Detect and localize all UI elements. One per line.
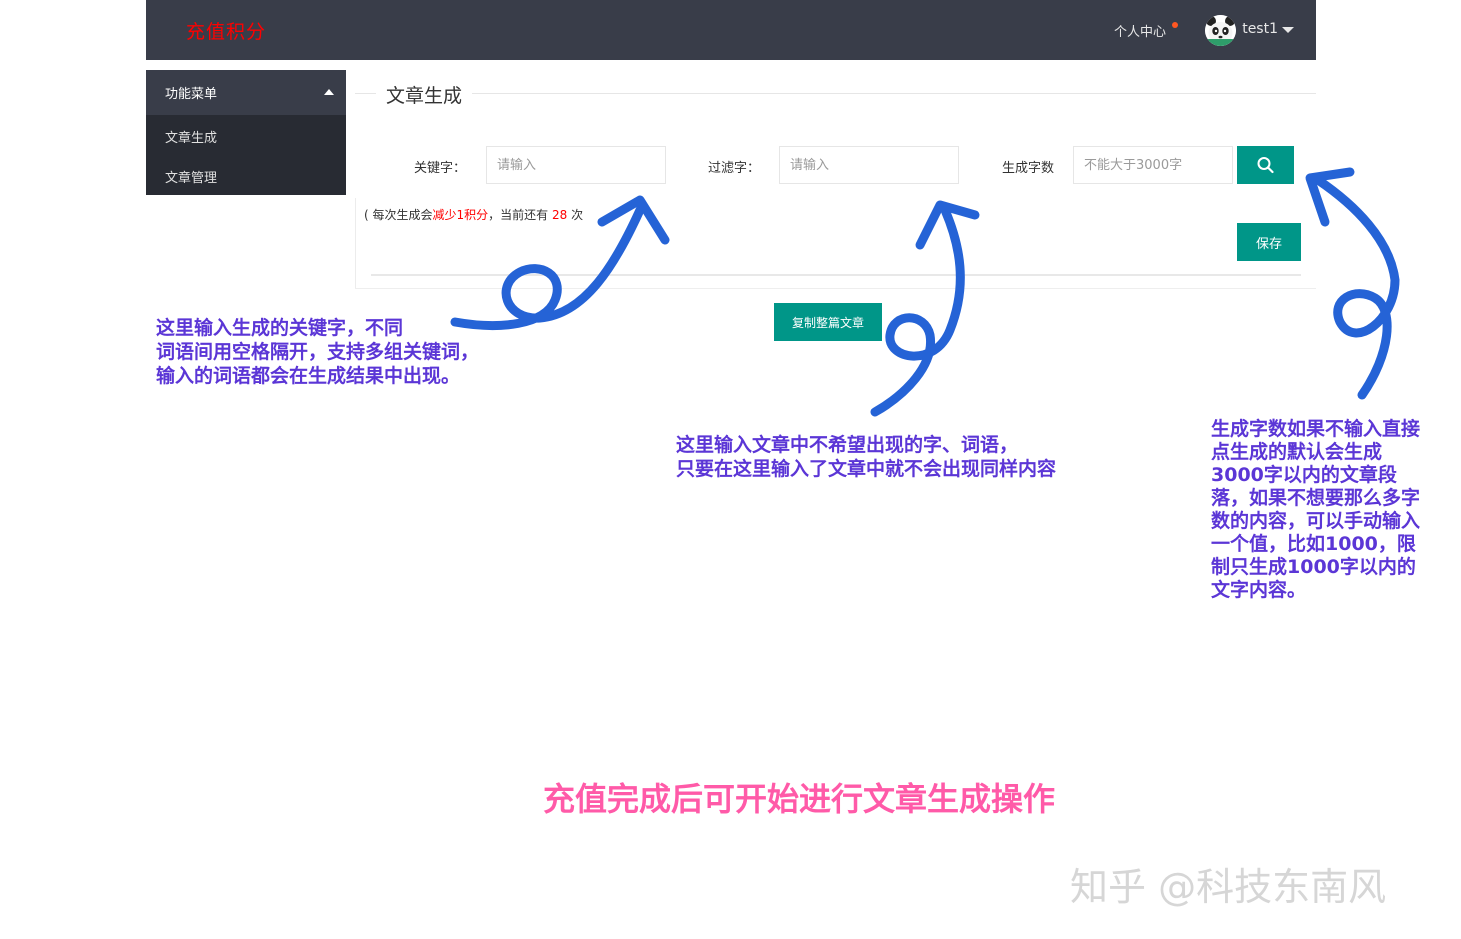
annotation-line: 制只生成1000字以内的 [1211,556,1416,578]
keyword-annotation: 这里输入生成的关键字，不同 词语间用空格隔开，支持多组关键词， 输入的词语都会在… [156,316,479,388]
watermark: 知乎 @科技东南风 [1070,865,1387,909]
annotation-line: 落，如果不想要那么多字 [1211,487,1421,509]
annotation-line: 这里输入文章中不希望出现的字、词语， [676,434,1019,456]
remaining-count: 28 [551,208,568,222]
top-navbar: 充值积分 个人中心 test1 [146,0,1316,60]
sidebar-menu-title: 功能菜单 [165,87,218,102]
panel-border [355,198,356,288]
brand-title[interactable]: 充值积分 [186,17,266,44]
annotation-line: 生成字数如果不输入直接 [1211,418,1421,440]
note-suffix: 次 [567,208,584,222]
annotation-line: 数的内容，可以手动输入 [1211,510,1421,532]
filter-label: 过滤字： [708,161,761,176]
sidebar-item-label: 文章生成 [165,131,218,146]
annotation-line: 只要在这里输入了文章中就不会出现同样内容 [676,458,1057,480]
note-prefix: ( 每次生成会 [364,208,433,222]
curly-arrow-icon [1313,175,1400,400]
filter-annotation: 这里输入文章中不希望出现的字、词语， 只要在这里输入了文章中就不会出现同样内容 [676,433,1056,481]
generate-search-button[interactable] [1237,146,1294,184]
keyword-input[interactable] [486,146,666,184]
copy-article-button[interactable]: 复制整篇文章 [774,303,882,341]
panda-avatar-icon [1205,15,1236,46]
annotation-line: 3000字以内的文章段 [1211,464,1397,486]
arrowhead-icon [1305,167,1355,227]
word-count-input[interactable] [1073,146,1233,184]
page-title: 文章生成 [376,81,473,108]
bottom-caption: 充值完成后可开始进行文章生成操作 [543,780,1056,818]
annotation-line: 文字内容。 [1211,579,1307,601]
usage-note: ( 每次生成会减少1积分，当前还有 28 次 [364,206,583,223]
filter-input[interactable] [779,146,959,184]
title-divider [355,93,1316,94]
sidebar-item-label: 文章管理 [165,171,218,186]
search-icon [1257,157,1274,174]
chevron-down-icon[interactable] [1282,27,1294,33]
sidebar: 功能菜单 文章生成 文章管理 [146,70,346,195]
word-count-label: 生成字数 [1002,161,1055,176]
result-divider [371,274,1301,276]
annotation-line: 输入的词语都会在生成结果中出现。 [156,365,461,387]
curly-arrow-icon [870,205,965,417]
notification-dot [1172,22,1178,28]
sidebar-item-article-generate[interactable]: 文章生成 [146,115,346,155]
page: 充值积分 个人中心 test1 功能菜单 文章生成 文章管理 文章生成 关键字：… [0,0,1461,939]
avatar[interactable] [1205,15,1236,46]
annotation-line: 点生成的默认会生成 [1211,441,1383,463]
keyword-label: 关键字： [414,161,467,176]
note-cost: 减少1积分 [432,208,489,222]
annotation-line: 这里输入生成的关键字，不同 [156,317,404,339]
curly-arrow-icon [450,205,645,331]
save-button[interactable]: 保存 [1237,223,1301,261]
sidebar-menu-header[interactable]: 功能菜单 [146,70,346,115]
arrowhead-icon [915,200,980,250]
chevron-up-icon [324,89,334,95]
word-count-annotation: 生成字数如果不输入直接 点生成的默认会生成 3000字以内的文章段 落，如果不想… [1211,418,1420,602]
annotation-line: 词语间用空格隔开，支持多组关键词， [156,341,480,363]
note-middle: ，当前还有 [488,208,552,222]
personal-center-link[interactable]: 个人中心 [1114,21,1166,40]
sidebar-item-article-manage[interactable]: 文章管理 [146,155,346,195]
username[interactable]: test1 [1242,21,1278,37]
arrowhead-icon [597,195,670,245]
annotation-line: 一个值，比如1000，限 [1211,533,1416,555]
panel-bottom-border [355,288,1316,289]
